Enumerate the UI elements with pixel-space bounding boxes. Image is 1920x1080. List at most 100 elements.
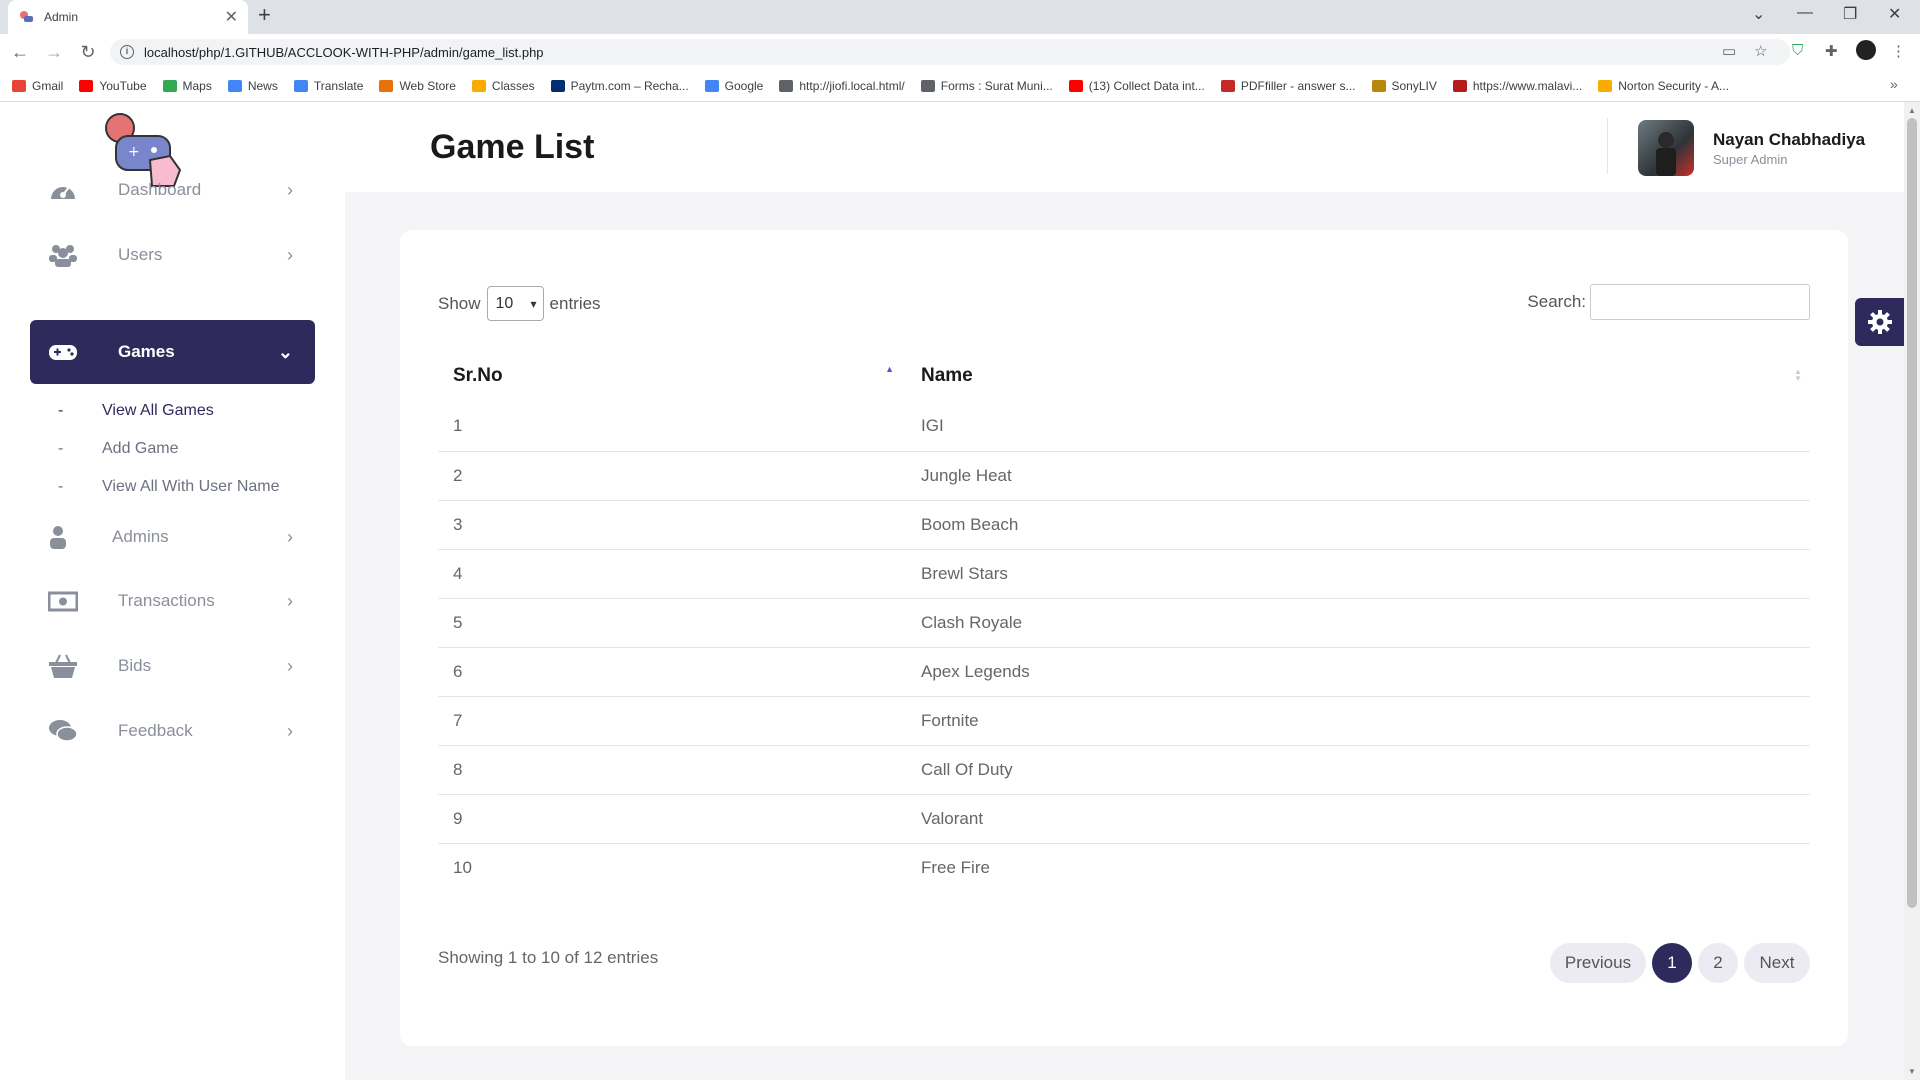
bookmark-label: Translate <box>313 78 364 93</box>
bookmark-item[interactable]: News <box>227 78 278 93</box>
column-header-label: Name <box>921 365 973 386</box>
bookmark-label: (13) Collect Data int... <box>1088 78 1205 93</box>
profile-avatar-icon[interactable] <box>1856 40 1876 60</box>
table-header-row: Sr.No ▲ Name ▲ ▼ <box>438 350 1810 402</box>
gamepad-icon <box>49 345 77 360</box>
scroll-up-icon[interactable]: ▲ <box>1908 106 1916 115</box>
tab-search-icon[interactable]: ⌄ <box>1752 4 1765 24</box>
bookmark-item[interactable]: https://www.malavi... <box>1452 78 1583 93</box>
submenu-item-view-all-with-user-name[interactable]: - View All With User Name <box>58 478 280 496</box>
submenu-item-view-all-games[interactable]: - View All Games <box>58 402 214 420</box>
sonyliv-icon <box>1371 79 1386 92</box>
cell-game-name: Brewl Stars <box>906 549 1810 599</box>
bookmark-label: https://www.malavi... <box>1472 78 1583 93</box>
bookmark-label: PDFfiller - answer s... <box>1240 78 1356 93</box>
paytm-icon <box>550 79 565 92</box>
browser-tab-strip: Admin ✕ + ⌄ — ❐ ✕ <box>0 0 1920 34</box>
bookmark-item[interactable]: Google <box>704 79 763 93</box>
search-label: Search: <box>1527 292 1586 311</box>
entries-select[interactable]: 10 ▾ <box>486 286 544 321</box>
cell-sr-no: 8 <box>438 745 906 795</box>
scrollbar-thumb[interactable] <box>1907 118 1917 908</box>
submenu-label: View All With User Name <box>102 478 280 495</box>
bookmark-label: YouTube <box>99 78 147 93</box>
search-input[interactable] <box>1590 284 1810 320</box>
restore-icon[interactable]: ❐ <box>1843 4 1857 24</box>
page-button-1[interactable]: 1 <box>1652 943 1692 983</box>
reader-mode-icon[interactable]: ▭ <box>1722 42 1736 60</box>
column-header-sr-no[interactable]: Sr.No ▲ <box>438 350 906 402</box>
cell-game-name: Fortnite <box>906 696 1810 746</box>
bookmark-item[interactable]: Gmail <box>12 79 63 93</box>
bookmark-label: http://jiofi.local.html/ <box>799 78 905 93</box>
bookmark-star-icon[interactable]: ☆ <box>1754 42 1767 60</box>
close-window-icon[interactable]: ✕ <box>1888 4 1901 24</box>
bookmark-item[interactable]: SonyLIV <box>1371 79 1437 93</box>
bookmark-item[interactable]: Classes <box>471 79 535 93</box>
address-bar[interactable]: i localhost/php/1.GITHUB/ACCLOOK-WITH-PH… <box>110 39 1790 65</box>
submenu-item-add-game[interactable]: - Add Game <box>58 440 178 458</box>
column-header-label: Sr.No <box>453 365 503 386</box>
sidebar-item-feedback[interactable]: Feedback › <box>30 699 315 763</box>
shield-extension-icon[interactable]: ⛉ <box>1792 42 1803 59</box>
bookmark-item[interactable]: (13) Collect Data int... <box>1068 78 1205 93</box>
bookmark-item[interactable]: Web Store <box>379 79 456 93</box>
bookmark-label: News <box>247 78 278 93</box>
extensions-puzzle-icon[interactable]: ✚ <box>1825 42 1838 60</box>
sidebar-item-label: Transactions <box>118 591 215 610</box>
table-row: 9 Valorant <box>438 794 1810 844</box>
bookmark-item[interactable]: Maps <box>162 79 212 93</box>
column-header-name[interactable]: Name ▲ ▼ <box>906 350 1810 402</box>
sidebar-item-games[interactable]: Games ⌄ <box>30 320 315 384</box>
page-button-2[interactable]: 2 <box>1698 943 1738 983</box>
youtube-icon <box>1068 79 1083 92</box>
page-header: Game List Nayan Chabhadiya Super Admin <box>345 102 1904 192</box>
chevron-right-icon: › <box>287 179 293 200</box>
classes-icon <box>471 79 486 92</box>
tab-close-icon[interactable]: ✕ <box>225 7 238 27</box>
minimize-icon[interactable]: — <box>1797 4 1813 22</box>
norton-icon <box>1598 79 1613 92</box>
url-text: localhost/php/1.GITHUB/ACCLOOK-WITH-PHP/… <box>144 44 544 60</box>
chevron-right-icon: › <box>287 655 293 676</box>
site-info-icon[interactable]: i <box>120 45 134 59</box>
new-tab-button[interactable]: + <box>258 2 271 28</box>
previous-page-button[interactable]: Previous <box>1550 943 1646 983</box>
browser-menu-icon[interactable]: ⋮ <box>1891 42 1906 60</box>
page-scrollbar[interactable]: ▲ ▼ <box>1904 102 1920 1080</box>
table-row: 1 IGI <box>438 402 1810 452</box>
game-table: Sr.No ▲ Name ▲ ▼ 1 IGI 2 Jungle Heat 3 Boom Be… <box>438 350 1810 892</box>
sidebar-item-admins[interactable]: Admins › <box>30 505 315 569</box>
scroll-down-icon[interactable]: ▼ <box>1908 1067 1916 1076</box>
bookmark-item[interactable]: YouTube <box>79 78 147 93</box>
bookmark-item[interactable]: Norton Security - A... <box>1598 79 1729 93</box>
bookmark-item[interactable]: http://jiofi.local.html/ <box>779 78 905 93</box>
chevron-right-icon: › <box>287 720 293 741</box>
bookmark-item[interactable]: Translate <box>293 78 364 93</box>
comments-icon <box>49 720 78 742</box>
sidebar-item-bids[interactable]: Bids › <box>30 634 315 698</box>
cell-game-name: Call Of Duty <box>906 745 1810 795</box>
submenu-dash: - <box>58 402 64 419</box>
bookmark-item[interactable]: Paytm.com – Recha... <box>550 79 689 93</box>
settings-button[interactable] <box>1855 298 1904 346</box>
back-icon[interactable]: ← <box>6 42 34 63</box>
sidebar-item-dashboard[interactable]: Dashboard › <box>30 158 315 222</box>
more-bookmarks-icon[interactable]: » <box>1890 76 1898 92</box>
table-row: 8 Call Of Duty <box>438 745 1810 795</box>
reload-icon[interactable]: ↻ <box>74 42 102 63</box>
dashboard-icon <box>51 186 75 199</box>
avatar[interactable] <box>1638 120 1694 176</box>
bookmark-item[interactable]: PDFfiller - answer s... <box>1220 78 1356 93</box>
admin-app: + Dashboard › Users › Games ⌄ - View All … <box>0 102 1904 1080</box>
sidebar: + Dashboard › Users › Games ⌄ - View All … <box>0 102 345 1080</box>
next-page-button[interactable]: Next <box>1744 943 1810 983</box>
sidebar-item-users[interactable]: Users › <box>30 223 315 287</box>
web-store-icon <box>379 79 394 92</box>
sidebar-item-transactions[interactable]: Transactions › <box>30 569 315 633</box>
forward-icon[interactable]: → <box>40 42 68 63</box>
bookmark-item[interactable]: Forms : Surat Muni... <box>920 79 1053 93</box>
browser-tab[interactable]: Admin ✕ <box>8 0 248 34</box>
sidebar-item-label: Admins <box>112 527 169 546</box>
entries-label: entries <box>549 293 601 313</box>
